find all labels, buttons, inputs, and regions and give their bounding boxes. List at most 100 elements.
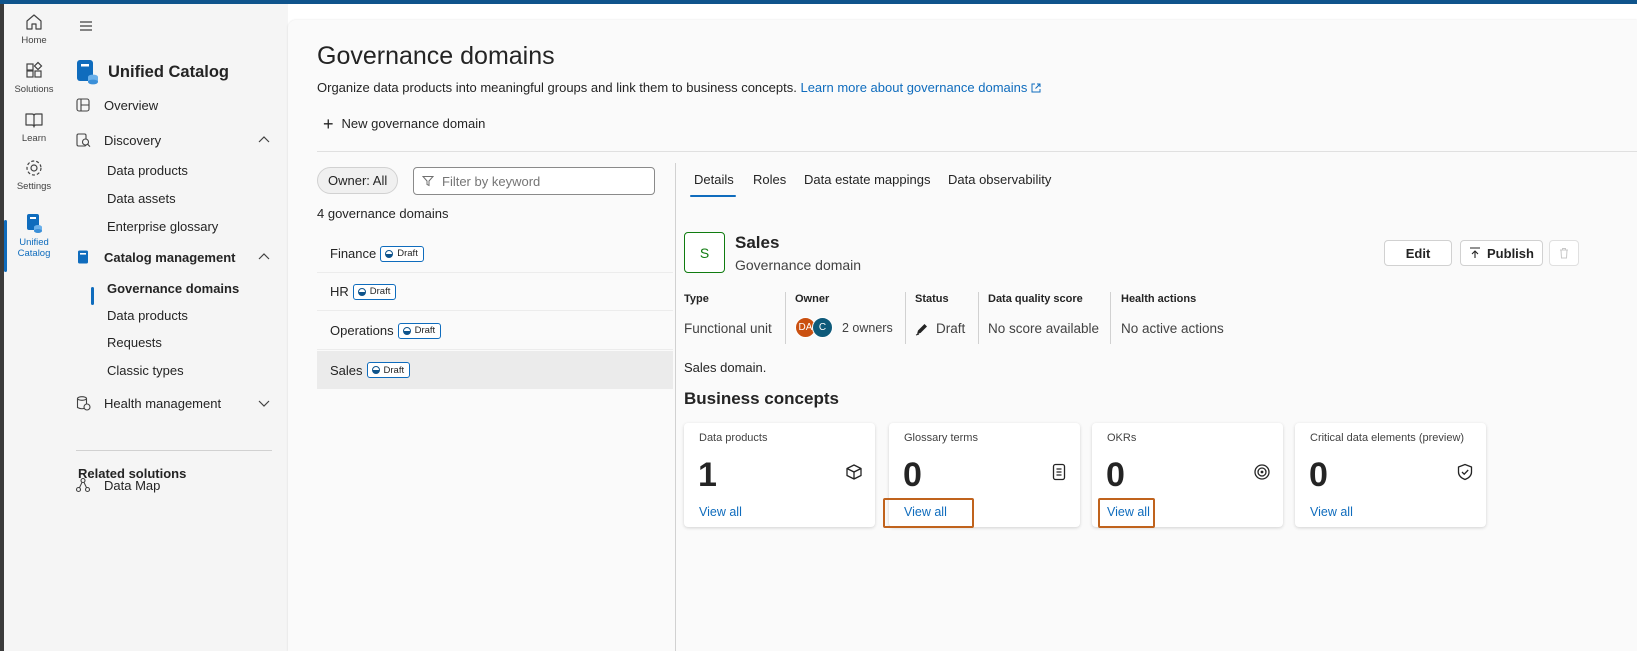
- plus-icon: +: [323, 113, 334, 134]
- view-all-link[interactable]: View all: [1310, 505, 1353, 519]
- app-rail: Home Solutions Learn Settings Unified Ca…: [4, 4, 64, 651]
- nav-title: Unified Catalog: [108, 62, 230, 81]
- hamburger-menu-icon[interactable]: [76, 16, 96, 36]
- card-data-products: Data products 1 View all: [684, 423, 875, 527]
- nav-sub-data-products-mgmt[interactable]: Data products: [107, 306, 188, 326]
- nav-item-data-map[interactable]: Data Map: [74, 472, 270, 498]
- card-label: Data products: [699, 432, 768, 444]
- tab-data-observability[interactable]: Data observability: [948, 172, 1051, 187]
- rail-item-solutions[interactable]: Solutions: [4, 61, 64, 95]
- chevron-down-icon[interactable]: [258, 397, 270, 409]
- rail-item-settings[interactable]: Settings: [4, 158, 64, 192]
- meta-separator: [978, 292, 979, 344]
- card-count: 1: [698, 456, 717, 494]
- health-actions-label: Health actions: [1121, 293, 1197, 305]
- target-icon: [1254, 464, 1270, 480]
- domain-description: Sales domain.: [684, 360, 767, 375]
- status-badge: Draft: [397, 322, 442, 339]
- new-governance-domain-button[interactable]: + New governance domain: [323, 113, 486, 134]
- status-badge-text: Draft: [383, 364, 405, 376]
- health-actions-value: No active actions: [1121, 321, 1224, 336]
- rail-item-learn[interactable]: Learn: [4, 110, 64, 144]
- meta-separator: [905, 292, 906, 344]
- overview-icon: [74, 96, 92, 114]
- publish-label: Publish: [1487, 245, 1534, 261]
- new-governance-domain-label: New governance domain: [341, 116, 486, 131]
- nav-label-overview: Overview: [104, 97, 159, 113]
- gear-icon: [26, 160, 42, 176]
- owner-filter-pill[interactable]: Owner: All: [317, 167, 399, 194]
- main-panel: Governance domains Organize data product…: [288, 20, 1637, 651]
- draft-status-icon: [357, 287, 366, 296]
- status-label: Status: [915, 293, 949, 305]
- status-text: Draft: [936, 321, 966, 336]
- domain-title: Sales: [735, 233, 780, 252]
- card-count: 0: [1106, 456, 1125, 494]
- catalog-management-icon: [74, 248, 92, 266]
- nav-label-health-management: Health management: [104, 395, 222, 411]
- chevron-up-icon[interactable]: [258, 251, 270, 263]
- meta-separator: [785, 292, 786, 344]
- nav-sub-data-products[interactable]: Data products: [107, 161, 188, 181]
- nav-sub-enterprise-glossary[interactable]: Enterprise glossary: [107, 217, 218, 237]
- nav-item-catalog-management[interactable]: Catalog management: [74, 244, 270, 270]
- rail-label-settings: Settings: [16, 181, 52, 192]
- draft-status-icon: [371, 366, 380, 374]
- nav-item-overview[interactable]: Overview: [74, 92, 270, 118]
- domain-row-sales[interactable]: Sales Draft: [317, 351, 673, 389]
- owner-value[interactable]: DA C 2 owners: [795, 317, 893, 338]
- view-all-link[interactable]: View all: [1107, 505, 1150, 519]
- card-label: Critical data elements (preview): [1310, 432, 1465, 444]
- owner-label: Owner: [795, 293, 830, 305]
- type-value: Functional unit: [684, 321, 772, 336]
- external-link-icon: [1031, 83, 1041, 93]
- edit-button[interactable]: Edit: [1384, 240, 1452, 266]
- rail-item-unified-catalog[interactable]: Unified Catalog: [4, 212, 64, 259]
- nav-sub-data-assets[interactable]: Data assets: [107, 189, 176, 209]
- meta-separator: [1110, 292, 1111, 344]
- rail-label-learn: Learn: [21, 133, 47, 144]
- status-badge: Draft: [352, 283, 397, 300]
- domain-row-finance[interactable]: Finance Draft: [317, 235, 673, 273]
- publish-button[interactable]: Publish: [1460, 240, 1543, 266]
- domain-name: Finance: [330, 246, 377, 261]
- rail-active-indicator: [4, 220, 7, 272]
- tab-data-estate-mappings[interactable]: Data estate mappings: [804, 172, 930, 187]
- nav-item-health-management[interactable]: Health management: [74, 390, 270, 416]
- nav-selection-indicator: [91, 287, 94, 305]
- document-icon: [1052, 463, 1066, 481]
- nav-sub-requests[interactable]: Requests: [107, 333, 162, 353]
- tab-roles[interactable]: Roles: [753, 172, 786, 187]
- view-all-link[interactable]: View all: [904, 505, 947, 519]
- domain-row-operations[interactable]: Operations Draft: [317, 312, 673, 350]
- delete-button[interactable]: [1549, 240, 1579, 266]
- book-icon: [25, 113, 43, 128]
- domain-name: Operations: [330, 323, 394, 338]
- tab-details[interactable]: Details: [694, 172, 734, 187]
- nav-sub-classic-types[interactable]: Classic types: [107, 361, 184, 381]
- nav-item-discovery[interactable]: Discovery: [74, 127, 270, 153]
- nav-sub-governance-domains[interactable]: Governance domains: [107, 279, 239, 299]
- learn-more-link[interactable]: Learn more about governance domains: [800, 80, 1041, 95]
- health-management-icon: [74, 394, 92, 412]
- unified-catalog-icon: [27, 214, 42, 233]
- owner-avatar: C: [812, 317, 833, 338]
- nav-label-data-map: Data Map: [104, 477, 161, 493]
- data-quality-label: Data quality score: [988, 293, 1083, 305]
- nav-label-discovery: Discovery: [104, 132, 162, 148]
- view-all-link[interactable]: View all: [699, 505, 742, 519]
- pencil-icon: [915, 323, 927, 335]
- shield-check-icon: [1457, 463, 1473, 481]
- filter-input[interactable]: [440, 172, 640, 190]
- chevron-up-icon[interactable]: [258, 134, 270, 146]
- card-label: OKRs: [1107, 432, 1137, 444]
- learn-more-text: Learn more about governance domains: [800, 80, 1028, 95]
- page-description: Organize data products into meaningful g…: [317, 80, 1041, 95]
- toolbar-divider: [317, 151, 1637, 152]
- page-description-text: Organize data products into meaningful g…: [317, 80, 797, 95]
- keyword-filter[interactable]: [413, 167, 655, 195]
- rail-item-home[interactable]: Home: [4, 12, 64, 46]
- domain-row-hr[interactable]: HR Draft: [317, 273, 673, 311]
- domain-avatar: S: [684, 232, 725, 273]
- pane-splitter[interactable]: [675, 163, 676, 651]
